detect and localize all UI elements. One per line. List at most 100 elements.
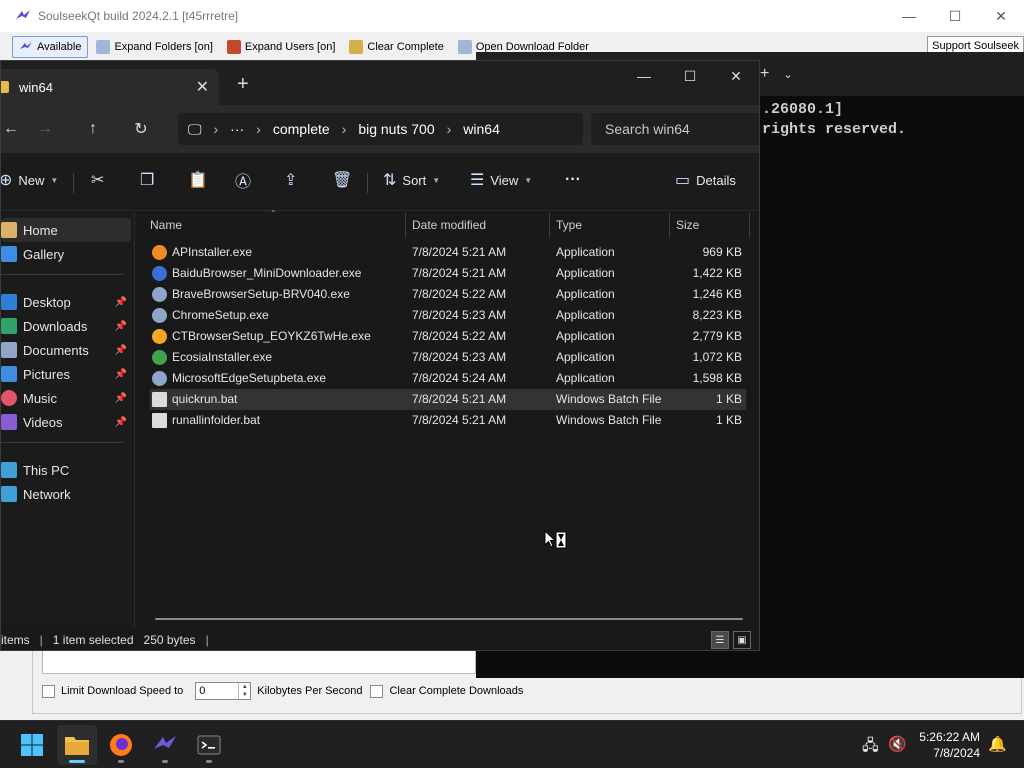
clipboard-icon: 📋 <box>188 172 208 189</box>
sidebar-item-home[interactable]: Home <box>1 218 131 242</box>
breadcrumb-overflow[interactable]: ··· <box>230 121 244 137</box>
tiles-view-icon[interactable]: ▣ <box>733 631 751 649</box>
sidebar-item-this-pc[interactable]: This PC <box>1 458 131 482</box>
status-available-button[interactable]: Available <box>12 36 89 58</box>
sidebar-item-desktop[interactable]: Desktop 📌 <box>1 290 131 314</box>
new-tab-icon[interactable]: + <box>760 65 769 83</box>
breadcrumb-win64[interactable]: win64 <box>463 121 500 137</box>
pin-icon[interactable]: 📌 <box>115 393 127 404</box>
minimize-button[interactable]: — <box>621 61 667 91</box>
trash-icon: 🗑 <box>332 172 353 189</box>
taskbar-firefox[interactable] <box>101 725 141 765</box>
view-button[interactable]: ☰ View ▼ <box>470 165 532 195</box>
file-size: 1,072 KB <box>692 350 742 364</box>
clock-date: 7/8/2024 <box>933 746 980 760</box>
pin-icon[interactable]: 📌 <box>115 345 127 356</box>
more-options-button[interactable]: ··· <box>565 165 581 195</box>
sidebar-item-music[interactable]: Music 📌 <box>1 386 131 410</box>
taskbar-file-explorer[interactable] <box>57 725 97 765</box>
limit-speed-checkbox[interactable] <box>42 684 55 698</box>
spin-arrows-icon[interactable]: ▲ ▼ <box>238 683 250 699</box>
sidebar-item-documents[interactable]: Documents 📌 <box>1 338 131 362</box>
file-row[interactable]: quickrun.bat 7/8/2024 5:21 AM Windows Batc… <box>150 389 746 410</box>
sidebar-item-network[interactable]: Network <box>1 482 131 506</box>
clear-complete-downloads-checkbox[interactable] <box>370 684 384 698</box>
pin-icon[interactable]: 📌 <box>115 369 127 380</box>
file-row[interactable]: ChromeSetup.exe 7/8/2024 5:23 AM Applicati… <box>150 305 746 326</box>
rename-icon: Ⓐ <box>235 174 252 191</box>
minimize-button[interactable]: — <box>886 0 932 32</box>
column-label: Date modified <box>412 218 487 232</box>
forward-arrow-icon[interactable]: → <box>21 113 69 145</box>
cut-button[interactable]: ✂ <box>91 165 104 195</box>
folder-icon <box>457 40 472 54</box>
column-header-size[interactable]: Size <box>670 212 750 238</box>
file-row[interactable]: EcosiaInstaller.exe 7/8/2024 5:23 AM Appli… <box>150 347 746 368</box>
volume-muted-icon[interactable]: 🔇 <box>888 735 907 753</box>
file-row[interactable]: runallinfolder.bat 7/8/2024 5:21 AM Window… <box>150 410 746 431</box>
file-row[interactable]: BraveBrowserSetup-BRV040.exe 7/8/2024 5:2… <box>150 284 746 305</box>
home-icon <box>1 222 17 238</box>
up-arrow-icon[interactable]: ↑ <box>69 113 117 145</box>
details-view-icon[interactable]: ☰ <box>711 631 729 649</box>
tab-win64[interactable]: win64 ✕ <box>1 69 219 105</box>
batch-file-icon <box>152 392 167 407</box>
column-header-date[interactable]: Date modified <box>406 212 550 238</box>
new-button[interactable]: ⊕ New ▼ <box>1 165 58 195</box>
chevron-down-icon[interactable]: ⌄ <box>783 68 792 81</box>
file-size: 8,223 KB <box>692 308 742 322</box>
system-clock[interactable]: 5:26:22 AM 7/8/2024 <box>919 729 980 761</box>
breadcrumb-complete[interactable]: complete <box>273 121 330 137</box>
file-name: BaiduBrowser_MiniDownloader.exe <box>172 266 362 280</box>
refresh-icon[interactable]: ↻ <box>117 113 165 145</box>
maximize-button[interactable]: ☐ <box>667 61 713 91</box>
file-row[interactable]: CTBrowserSetup_EOYKZ6TwHe.exe 7/8/2024 5:… <box>150 326 746 347</box>
file-row[interactable]: MicrosoftEdgeSetupbeta.exe 7/8/2024 5:24 … <box>150 368 746 389</box>
column-header-type[interactable]: Type <box>550 212 670 238</box>
start-button[interactable] <box>12 725 52 765</box>
network-status-icon[interactable]: 🖧 <box>862 735 879 760</box>
file-date: 7/8/2024 5:23 AM <box>412 308 507 322</box>
clear-complete-downloads-label: Clear Complete Downloads <box>389 685 524 697</box>
sidebar-item-gallery[interactable]: Gallery <box>1 242 131 266</box>
navigation-pane: Home Gallery Desktop 📌 Downloads 📌 Docum… <box>1 212 135 627</box>
file-row[interactable]: BaiduBrowser_MiniDownloader.exe 7/8/2024 … <box>150 263 746 284</box>
sidebar-item-videos[interactable]: Videos 📌 <box>1 410 131 434</box>
copy-button[interactable]: ❐ <box>140 165 154 195</box>
close-button[interactable]: ✕ <box>978 0 1024 32</box>
sidebar-item-downloads[interactable]: Downloads 📌 <box>1 314 131 338</box>
pin-icon[interactable]: 📌 <box>115 321 127 332</box>
taskbar-terminal[interactable] <box>189 725 229 765</box>
taskbar-soulseek[interactable] <box>145 725 185 765</box>
windows-logo-icon <box>21 734 43 756</box>
column-header-name[interactable]: Name ⌃ <box>144 209 406 238</box>
address-bar[interactable]: 🖵 › ··· › complete › big nuts 700 › win6… <box>178 113 583 145</box>
sidebar-item-pictures[interactable]: Pictures 📌 <box>1 362 131 386</box>
speed-limit-spinbox[interactable]: 0 ▲ ▼ <box>195 682 252 700</box>
breadcrumb-big-nuts-700[interactable]: big nuts 700 <box>358 121 434 137</box>
back-arrow-icon[interactable]: ← <box>1 113 21 145</box>
clear-complete-button[interactable]: Clear Complete <box>343 36 449 58</box>
close-button[interactable]: ✕ <box>713 61 759 91</box>
maximize-button[interactable]: ☐ <box>932 0 978 32</box>
sort-button[interactable]: ⇅ Sort ▼ <box>383 165 440 195</box>
terminal-icon <box>197 735 221 755</box>
pin-icon[interactable]: 📌 <box>115 297 127 308</box>
new-tab-icon[interactable]: + <box>237 73 249 96</box>
expand-users-button[interactable]: Expand Users [on] <box>221 36 342 58</box>
search-input[interactable]: Search win64 <box>591 113 759 145</box>
file-date: 7/8/2024 5:21 AM <box>412 245 507 259</box>
close-tab-icon[interactable]: ✕ <box>196 77 209 97</box>
application-icon <box>152 350 167 365</box>
rename-button[interactable]: Ⓐ <box>235 165 251 195</box>
delete-button[interactable]: 🗑 <box>332 165 352 195</box>
share-button[interactable]: ⇪ <box>284 165 297 195</box>
notification-bell-icon[interactable]: 🔔 <box>988 735 1007 753</box>
pin-icon[interactable]: 📌 <box>115 417 127 428</box>
paste-button[interactable]: 📋 <box>188 165 208 195</box>
file-date: 7/8/2024 5:21 AM <box>412 413 507 427</box>
horizontal-scrollbar[interactable] <box>155 618 743 620</box>
file-row[interactable]: APInstaller.exe 7/8/2024 5:21 AM Applicati… <box>150 242 746 263</box>
expand-folders-button[interactable]: Expand Folders [on] <box>90 36 218 58</box>
details-pane-button[interactable]: ▭ Details <box>675 165 736 195</box>
